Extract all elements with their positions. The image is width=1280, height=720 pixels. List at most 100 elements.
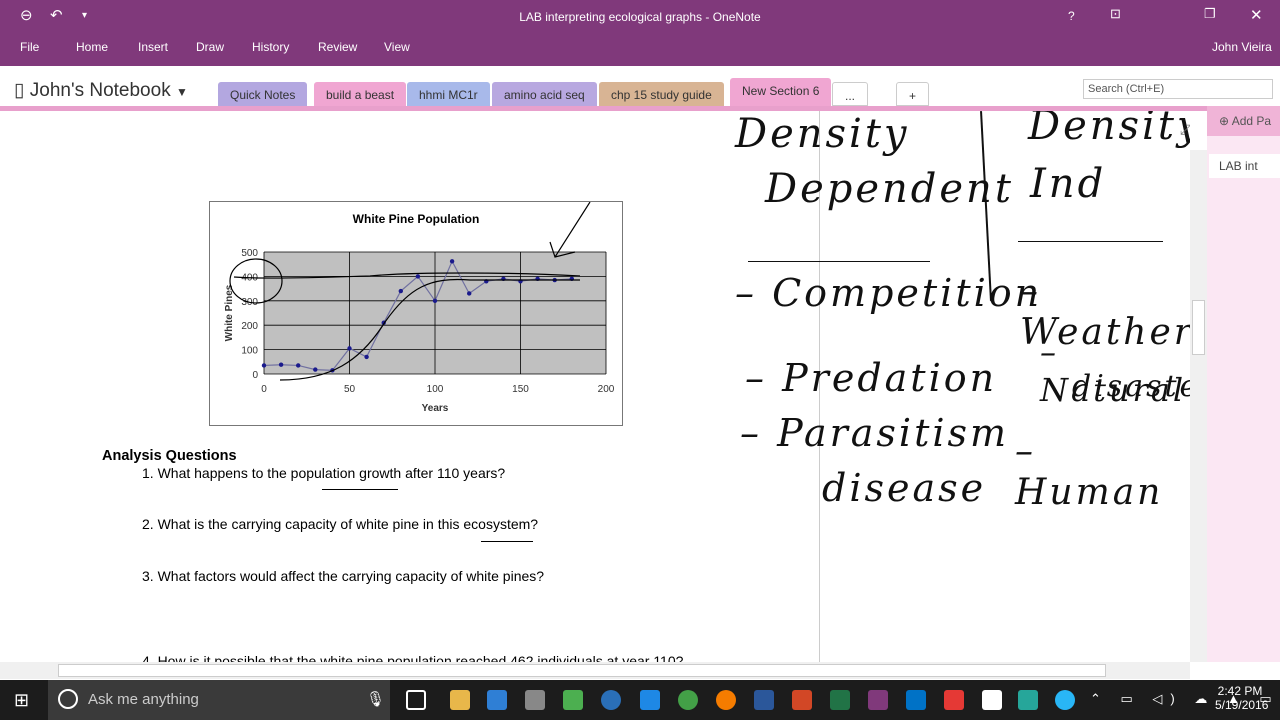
add-page-button[interactable]: ⊕ Add Pa bbox=[1207, 106, 1280, 136]
section-tab[interactable]: chp 15 study guide bbox=[599, 82, 724, 106]
ink-density-2: Density bbox=[1028, 111, 1190, 149]
window-title: LAB interpreting ecological graphs - One… bbox=[519, 10, 761, 24]
notebook-selector[interactable]: ▯ John's Notebook ▼ bbox=[14, 79, 188, 102]
section-tab[interactable]: Quick Notes bbox=[218, 82, 308, 106]
acrobat-icon[interactable] bbox=[982, 690, 1002, 710]
app-icon[interactable] bbox=[944, 690, 964, 710]
ink-competition: – Competition bbox=[735, 271, 1043, 315]
tab-review[interactable]: Review bbox=[318, 40, 357, 54]
help-button[interactable]: ? bbox=[1068, 9, 1075, 23]
ink-line bbox=[1018, 241, 1163, 242]
clock[interactable]: 2:42 PM 5/19/2016 bbox=[1215, 684, 1268, 712]
x-tick-label: 0 bbox=[261, 384, 267, 395]
plus-circle-icon: ⊕ bbox=[1219, 114, 1230, 128]
y-tick-label: 200 bbox=[241, 321, 258, 332]
ink-line bbox=[748, 261, 930, 262]
ink-disasters: disasters bbox=[1072, 369, 1190, 404]
taskbar: ⊞ Ask me anything 🎙 ⌃ ▭ ◁) ☁ ▲ ▭ 2:42 PM… bbox=[0, 680, 1280, 720]
section-tab[interactable]: hhmi MC1r bbox=[407, 82, 490, 106]
tab-file[interactable]: File bbox=[20, 40, 39, 54]
x-tick-label: 150 bbox=[512, 384, 529, 395]
y-tick-label: 0 bbox=[252, 370, 258, 381]
ribbon: File Home Insert Draw History Review Vie… bbox=[0, 33, 1280, 66]
section-tab[interactable]: amino acid seq bbox=[492, 82, 597, 106]
horizontal-scrollbar[interactable] bbox=[0, 662, 1190, 679]
ink-arrow bbox=[549, 201, 591, 258]
data-point bbox=[278, 362, 284, 367]
restore-icon[interactable]: ❐ bbox=[1204, 6, 1216, 22]
chevron-down-icon: ▼ bbox=[175, 85, 188, 99]
store-icon[interactable] bbox=[487, 690, 507, 710]
data-point bbox=[313, 367, 318, 372]
question-2: 2. What is the carrying capacity of whit… bbox=[142, 516, 539, 532]
cortana-icon bbox=[58, 689, 78, 709]
question-3: 3. What factors would affect the carryin… bbox=[142, 568, 545, 584]
tab-home[interactable]: Home bbox=[76, 40, 108, 54]
ink-underline bbox=[481, 541, 533, 542]
vertical-scrollbar[interactable] bbox=[1190, 150, 1207, 662]
y-tick-label: 100 bbox=[241, 346, 258, 357]
section-tab[interactable]: ... bbox=[832, 82, 869, 106]
expand-icon[interactable]: ⤢ bbox=[1180, 121, 1190, 138]
powerpoint-icon[interactable] bbox=[792, 690, 812, 710]
search-input[interactable]: Search (Ctrl+E) bbox=[1083, 79, 1273, 99]
ink-dependent: Dependent bbox=[765, 166, 1014, 212]
page-list: ⊕ Add Pa LAB int bbox=[1207, 106, 1280, 662]
section-tab[interactable]: + bbox=[896, 82, 930, 106]
file-explorer-icon[interactable] bbox=[450, 690, 470, 710]
ink-underline bbox=[322, 489, 398, 490]
media-icon[interactable] bbox=[601, 690, 621, 710]
chart-frame: 0 100 200 300 400 500 0 50 100 150 200 White Pine P… bbox=[209, 201, 623, 426]
chrome-icon[interactable] bbox=[678, 690, 698, 710]
chart-title: White Pine Population bbox=[353, 212, 480, 226]
white-pine-chart: 01002003004005000 50 100 150 200White Pine P… bbox=[224, 201, 615, 414]
app-icon[interactable] bbox=[563, 690, 583, 710]
page-canvas[interactable]: 0 100 200 300 400 500 0 50 100 150 200 White Pine P… bbox=[0, 111, 1190, 662]
title-bar: ⊖ ↶ ▾ LAB interpreting ecological graphs… bbox=[0, 0, 1280, 33]
fullscreen-icon[interactable]: ⊡ bbox=[1110, 6, 1121, 22]
onenote-icon[interactable] bbox=[868, 690, 888, 710]
ink-disease: disease bbox=[822, 466, 987, 510]
windows-start-icon[interactable]: ⊞ bbox=[14, 690, 29, 711]
ink-density: Density bbox=[735, 111, 910, 157]
cortana-search[interactable]: Ask me anything bbox=[48, 680, 390, 720]
edge-icon[interactable] bbox=[640, 690, 660, 710]
app-icon[interactable] bbox=[525, 690, 545, 710]
app-icon[interactable] bbox=[1018, 690, 1038, 710]
word-icon[interactable] bbox=[754, 690, 774, 710]
ink-ind: Ind bbox=[1030, 161, 1107, 207]
data-point bbox=[261, 363, 267, 368]
x-tick-label: 200 bbox=[598, 384, 615, 395]
x-tick-label: 100 bbox=[427, 384, 444, 395]
data-point bbox=[449, 259, 455, 264]
section-tab[interactable]: build a beast bbox=[314, 82, 407, 106]
scroll-thumb[interactable] bbox=[58, 664, 1106, 677]
app-icon[interactable] bbox=[1055, 690, 1075, 710]
data-point bbox=[467, 291, 472, 296]
notebook-bar: ▯ John's Notebook ▼ Quick Notes build a b… bbox=[0, 66, 1280, 110]
tab-view[interactable]: View bbox=[384, 40, 410, 54]
ink-parasitism: – Parasitism bbox=[740, 411, 1010, 455]
scroll-thumb[interactable] bbox=[1192, 300, 1205, 355]
notebook-icon: ▯ bbox=[14, 80, 25, 101]
tab-insert[interactable]: Insert bbox=[138, 40, 168, 54]
data-point bbox=[296, 363, 301, 368]
firefox-icon[interactable] bbox=[716, 690, 736, 710]
x-tick-label: 50 bbox=[344, 384, 356, 395]
data-point bbox=[347, 346, 352, 351]
question-4: 4. How is it possible that the white pin… bbox=[142, 653, 684, 662]
section-tab[interactable]: New Section 6 bbox=[730, 78, 832, 106]
user-name[interactable]: John Vieira bbox=[1212, 40, 1272, 54]
x-axis-label: Years bbox=[422, 403, 449, 414]
ink-human: – Human bbox=[1015, 431, 1164, 513]
outlook-icon[interactable] bbox=[906, 690, 926, 710]
page-item[interactable]: LAB int bbox=[1209, 154, 1280, 178]
tab-draw[interactable]: Draw bbox=[196, 40, 224, 54]
tab-history[interactable]: History bbox=[252, 40, 289, 54]
y-tick-label: 500 bbox=[241, 248, 258, 259]
close-icon[interactable]: ✕ bbox=[1250, 6, 1263, 24]
data-point bbox=[364, 354, 369, 360]
excel-icon[interactable] bbox=[830, 690, 850, 710]
task-view-icon[interactable] bbox=[406, 690, 426, 710]
microphone-icon[interactable]: 🎙 bbox=[366, 690, 385, 708]
